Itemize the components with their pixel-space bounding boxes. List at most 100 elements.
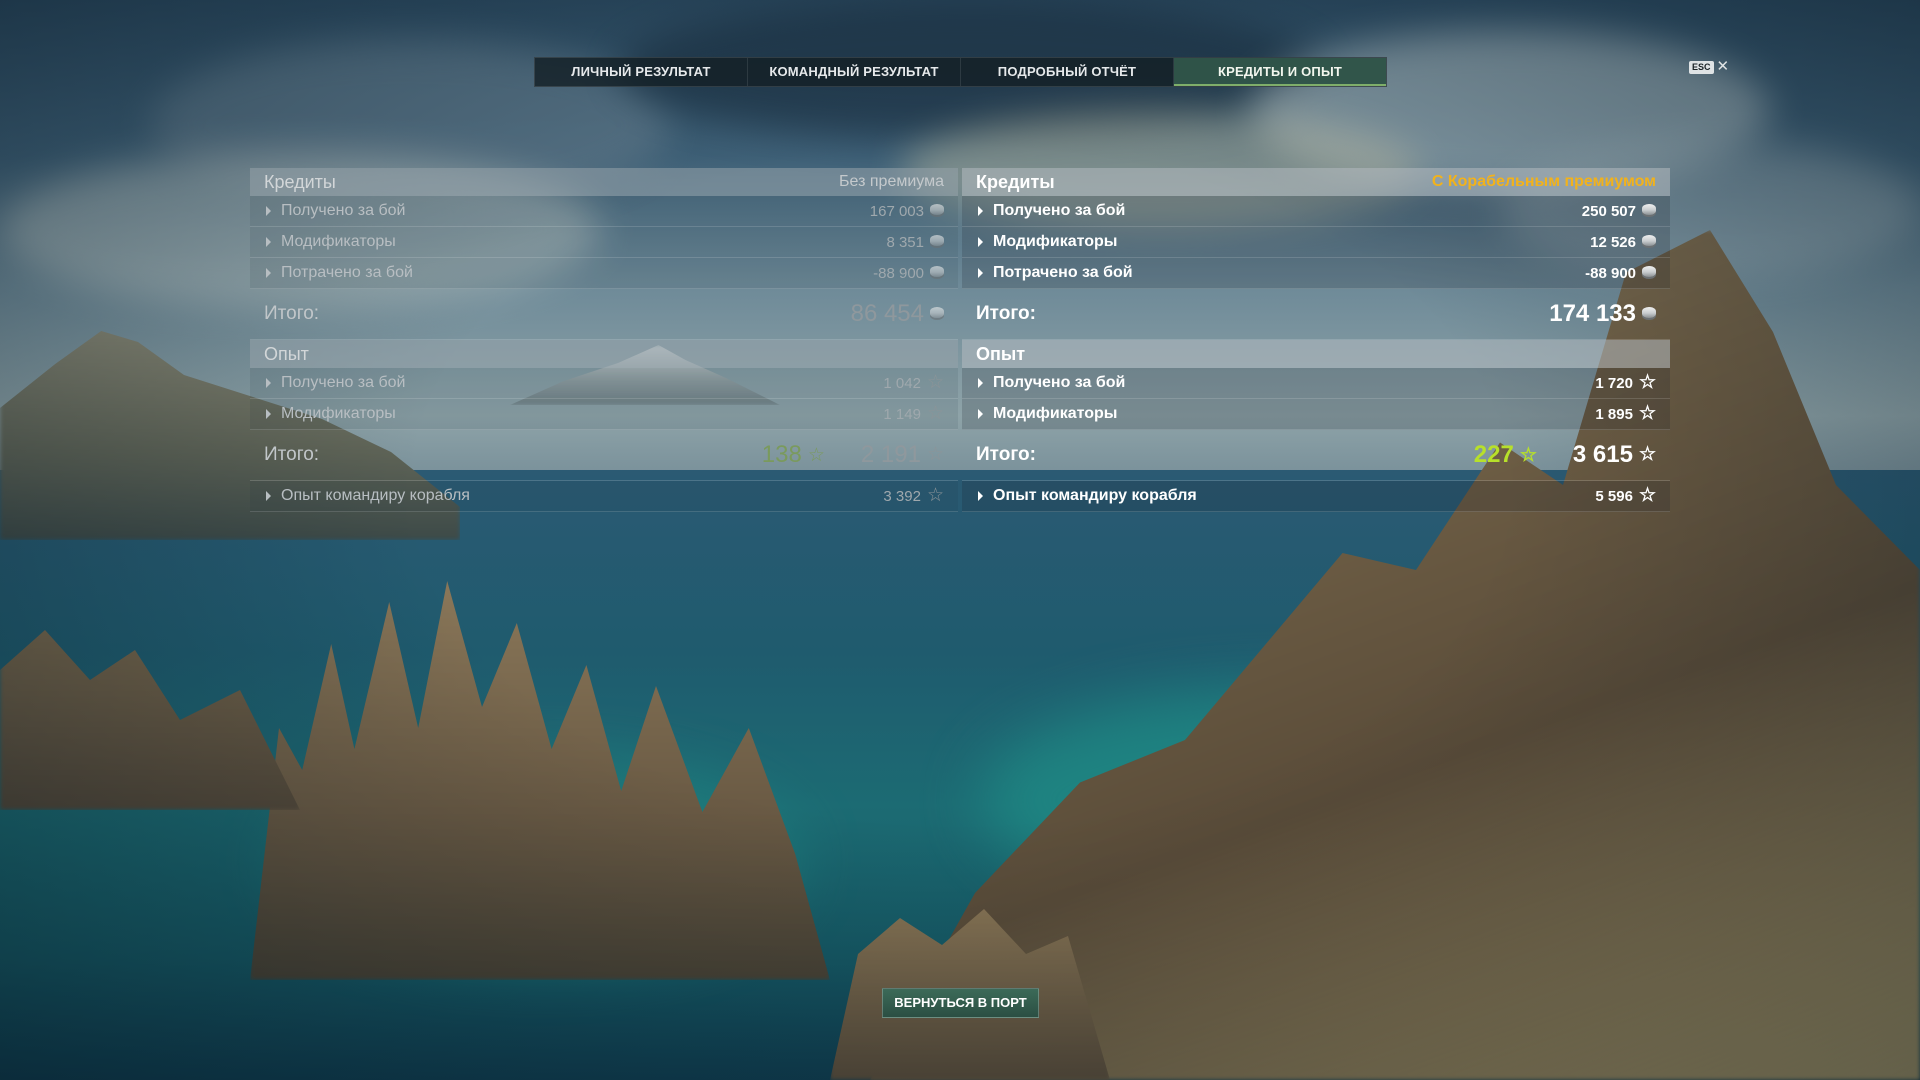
row-value: 1 895 xyxy=(1595,405,1633,423)
star-icon: ☆ xyxy=(926,403,944,424)
credit-coin-icon xyxy=(1642,203,1656,215)
row-label: Опыт командиру корабля xyxy=(993,487,1197,504)
credit-coin-icon xyxy=(930,306,944,318)
star-icon: ☆ xyxy=(1519,444,1537,466)
credits-total-row: Итого: 86 454 xyxy=(250,289,958,340)
row-label: Потрачено за бой xyxy=(281,264,413,281)
credits-modifiers-row[interactable]: Модификаторы 8 351 xyxy=(250,227,958,258)
row-value: 1 149 xyxy=(883,405,921,423)
credit-coin-icon xyxy=(1642,265,1656,277)
credits-total-value: 174 133 xyxy=(1549,300,1636,327)
row-label: Получено за бой xyxy=(281,202,406,219)
xp-total-row: Итого: 138 ☆ 2 191 ☆ xyxy=(250,430,958,481)
star-icon: ☆ xyxy=(926,444,944,465)
xp-header: Опыт xyxy=(250,340,958,368)
xp-total-value: 2 191 xyxy=(860,441,921,468)
credits-header: Кредиты Без премиума xyxy=(250,168,958,196)
credit-coin-icon xyxy=(930,234,944,246)
xp-title: Опыт xyxy=(976,343,1026,364)
credits-total-value: 86 454 xyxy=(850,300,924,327)
triangle-right-icon xyxy=(266,409,271,419)
total-label: Итого: xyxy=(264,444,320,465)
xp-modifiers-row[interactable]: Модификаторы 1 149 ☆ xyxy=(250,399,958,430)
row-value: -88 900 xyxy=(1585,264,1636,282)
row-label: Опыт командиру корабля xyxy=(281,487,470,504)
free-xp-value: 227 xyxy=(1473,441,1514,468)
xp-earned-row[interactable]: Получено за бой 1 042 ☆ xyxy=(250,368,958,399)
credits-earned-row[interactable]: Получено за бой 167 003 xyxy=(250,196,958,227)
row-value: 8 351 xyxy=(886,233,924,251)
total-label: Итого: xyxy=(976,303,1036,324)
row-value: 1 720 xyxy=(1595,374,1633,392)
triangle-right-icon xyxy=(266,491,271,501)
triangle-right-icon xyxy=(978,378,983,388)
commander-xp-row[interactable]: Опыт командиру корабля 5 596 ☆ xyxy=(962,481,1670,512)
triangle-right-icon xyxy=(266,378,271,388)
row-label: Модификаторы xyxy=(281,405,396,422)
star-icon: ☆ xyxy=(926,372,944,393)
tab-personal-result[interactable]: ЛИЧНЫЙ РЕЗУЛЬТАТ xyxy=(535,58,748,86)
row-value: 3 392 xyxy=(883,487,921,505)
credits-spent-row[interactable]: Потрачено за бой -88 900 xyxy=(250,258,958,289)
star-icon: ☆ xyxy=(807,444,825,466)
row-value: 250 507 xyxy=(1581,202,1636,220)
credits-modifiers-row[interactable]: Модификаторы 12 526 xyxy=(962,227,1670,258)
row-label: Потрачено за бой xyxy=(993,264,1133,281)
row-value: 5 596 xyxy=(1595,487,1633,505)
free-xp-value: 138 xyxy=(761,441,802,468)
triangle-right-icon xyxy=(978,409,983,419)
row-label: Получено за бой xyxy=(281,374,406,391)
triangle-right-icon xyxy=(266,206,271,216)
credits-title: Кредиты xyxy=(976,171,1055,192)
star-icon: ☆ xyxy=(926,485,944,506)
row-value: 167 003 xyxy=(869,202,924,220)
tab-credits-and-xp[interactable]: КРЕДИТЫ И ОПЫТ xyxy=(1174,58,1386,86)
xp-title: Опыт xyxy=(264,343,309,364)
star-icon: ☆ xyxy=(1638,403,1656,424)
star-icon: ☆ xyxy=(1638,485,1656,506)
credit-coin-icon xyxy=(1642,306,1656,318)
free-xp-total: 227 ☆ xyxy=(1474,441,1537,469)
free-xp-total: 138 ☆ xyxy=(762,441,825,469)
row-label: Модификаторы xyxy=(993,405,1118,422)
esc-key-icon: ESC xyxy=(1689,60,1714,74)
credits-title: Кредиты xyxy=(264,171,336,192)
credit-coin-icon xyxy=(930,203,944,215)
vignette xyxy=(0,0,1920,1080)
background-scenery xyxy=(0,0,1920,1080)
close-icon: ✕ xyxy=(1716,58,1730,75)
row-label: Модификаторы xyxy=(281,233,396,250)
row-label: Получено за бой xyxy=(993,374,1126,391)
xp-header: Опыт xyxy=(962,340,1670,368)
row-value: 12 526 xyxy=(1590,233,1636,251)
xp-total-row: Итого: 227 ☆ 3 615 ☆ xyxy=(962,430,1670,481)
triangle-right-icon xyxy=(978,491,983,501)
row-label: Получено за бой xyxy=(993,202,1126,219)
panel-with-premium: Кредиты С Корабельным премиумом Получено… xyxy=(962,168,1670,512)
row-value: -88 900 xyxy=(873,264,924,282)
result-tabs: ЛИЧНЫЙ РЕЗУЛЬТАТ КОМАНДНЫЙ РЕЗУЛЬТАТ ПОД… xyxy=(534,57,1387,87)
return-to-port-button[interactable]: ВЕРНУТЬСЯ В ПОРТ xyxy=(882,988,1039,1018)
total-label: Итого: xyxy=(264,303,320,324)
triangle-right-icon xyxy=(266,237,271,247)
credits-total-row: Итого: 174 133 xyxy=(962,289,1670,340)
commander-xp-row[interactable]: Опыт командиру корабля 3 392 ☆ xyxy=(250,481,958,512)
tab-detailed-report[interactable]: ПОДРОБНЫЙ ОТЧЁТ xyxy=(961,58,1174,86)
premium-status: Без премиума xyxy=(839,173,944,190)
xp-earned-row[interactable]: Получено за бой 1 720 ☆ xyxy=(962,368,1670,399)
total-label: Итого: xyxy=(976,444,1036,465)
credits-earned-row[interactable]: Получено за бой 250 507 xyxy=(962,196,1670,227)
row-value: 1 042 xyxy=(883,374,921,392)
star-icon: ☆ xyxy=(1638,444,1656,465)
panel-without-premium: Кредиты Без премиума Получено за бой 167… xyxy=(250,168,958,512)
credit-coin-icon xyxy=(930,265,944,277)
tab-team-result[interactable]: КОМАНДНЫЙ РЕЗУЛЬТАТ xyxy=(748,58,961,86)
esc-close-button[interactable]: ESC ✕ xyxy=(1689,58,1730,75)
credits-header: Кредиты С Корабельным премиумом xyxy=(962,168,1670,196)
triangle-right-icon xyxy=(978,237,983,247)
triangle-right-icon xyxy=(978,268,983,278)
xp-modifiers-row[interactable]: Модификаторы 1 895 ☆ xyxy=(962,399,1670,430)
credits-spent-row[interactable]: Потрачено за бой -88 900 xyxy=(962,258,1670,289)
star-icon: ☆ xyxy=(1638,372,1656,393)
xp-total-value: 3 615 xyxy=(1572,441,1633,468)
